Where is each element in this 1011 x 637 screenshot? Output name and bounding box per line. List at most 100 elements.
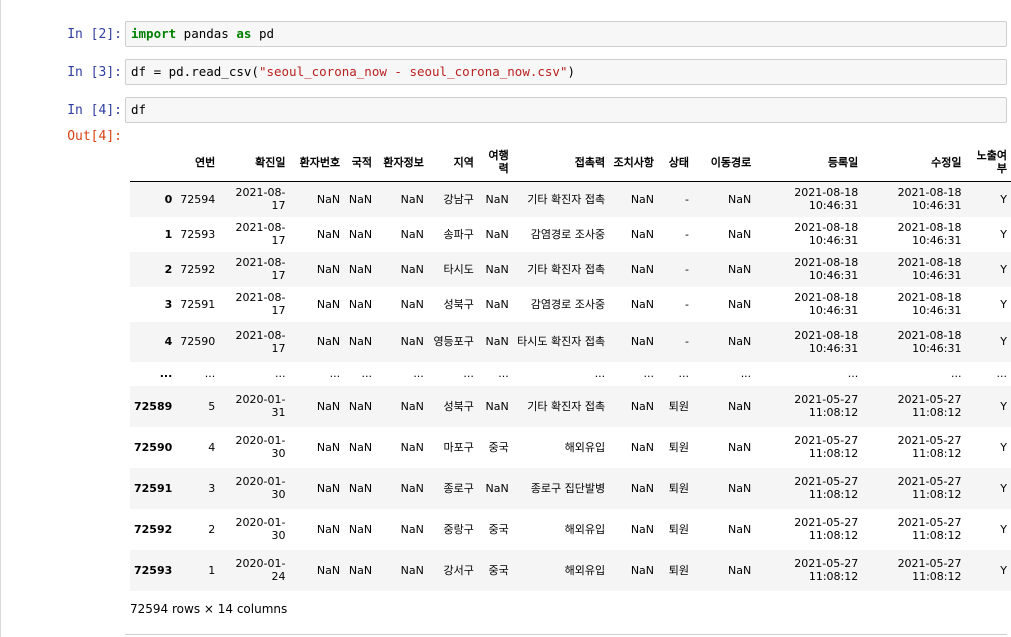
table-cell: 중랑구 (443, 522, 474, 536)
table-cell: NaN (630, 297, 655, 311)
table-cell: 퇴원 (668, 563, 690, 577)
table-cell: Y (1000, 297, 1007, 311)
table-cell: ... (996, 367, 1008, 380)
table-cell: 성북구 (443, 297, 474, 311)
row-index: 72590 (134, 440, 173, 454)
column-header: 조치사항 (609, 143, 659, 182)
table-cell: - (685, 297, 690, 311)
table-cell: NaN (348, 192, 373, 206)
table-cell: NaN (727, 563, 752, 577)
table-cell: 성북구 (443, 399, 474, 413)
output-prompt: Out[4]: (67, 129, 122, 144)
table-cell: 기타 확진자 접촉 (527, 262, 606, 276)
table-cell: NaN (400, 297, 424, 311)
code-token: df = pd.read_csv( (131, 64, 259, 79)
input-prompt: In [4]: (67, 103, 122, 118)
notebook-left-border (0, 0, 1, 637)
code-input[interactable]: df (125, 97, 1007, 123)
table-cell: 2021-08-17 (235, 256, 286, 282)
row-index: 72593 (134, 563, 173, 577)
column-header: 환자번호 (289, 143, 345, 182)
table-cell: 중국 (488, 563, 509, 577)
column-header: 지역 (427, 143, 478, 182)
table-cell: 송파구 (443, 227, 474, 241)
table-cell: NaN (316, 262, 341, 276)
table-cell: 퇴원 (668, 440, 690, 454)
table-cell: - (685, 192, 690, 206)
table-cell: NaN (400, 192, 424, 206)
table-cell: 2021-08-18 10:46:31 (897, 291, 962, 317)
table-cell: 2 (208, 522, 216, 536)
table-cell: 2021-08-18 10:46:31 (794, 328, 859, 355)
table-cell: NaN (630, 440, 655, 454)
table-cell: 강서구 (443, 563, 474, 577)
table-cell: 중국 (488, 522, 509, 536)
row-index: 3 (164, 297, 173, 311)
table-cell: NaN (727, 227, 752, 241)
column-header: 수정일 (862, 143, 966, 182)
table-cell: 2021-05-27 11:08:12 (794, 393, 859, 419)
table-cell: 타시도 (443, 262, 474, 276)
table-cell: 5 (208, 399, 216, 413)
table-cell: ... (951, 367, 962, 380)
table-cell: NaN (400, 399, 424, 413)
column-header: 노출여부 (965, 143, 1011, 182)
code-string: "seoul_corona_now - seoul_corona_now.csv… (258, 64, 568, 79)
column-header: 국적 (344, 143, 377, 182)
table-cell: 감염경로 조사중 (530, 297, 606, 311)
table-cell: NaN (316, 192, 341, 206)
code-input[interactable]: import pandas as pd (125, 21, 1007, 47)
table-cell: ... (463, 367, 474, 380)
table-row: ........................................… (130, 361, 1011, 386)
table-cell: 2021-05-27 11:08:12 (897, 516, 962, 542)
table-cell: 타시도 확진자 접촉 (517, 335, 606, 348)
dataframe-table: 연번 확진일 환자번호 국적 환자정보 지역 여행력 접촉력 조치사항 상태 이동경로 등록일 수정일 노… (130, 143, 1011, 591)
code-input[interactable]: df = pd.read_csv("seoul_corona_now - seo… (125, 59, 1007, 85)
table-cell: 기타 확진자 접촉 (527, 192, 606, 206)
table-cell: Y (1000, 563, 1007, 577)
table-cell: 2021-05-27 11:08:12 (897, 475, 962, 501)
table-cell: NaN (485, 399, 509, 413)
code-token: ) (567, 64, 576, 79)
table-cell: 2021-08-18 10:46:31 (794, 291, 859, 317)
code-token: pandas (176, 26, 237, 41)
table-row: 2 72592 2021-08-17 NaN NaN NaN 타시도 NaN 기타 확진자 접촉… (130, 251, 1011, 287)
table-cell: 해외유입 (564, 563, 606, 577)
table-cell: NaN (400, 522, 424, 536)
table-cell: Y (1000, 440, 1007, 454)
table-header-row: 연번 확진일 환자번호 국적 환자정보 지역 여행력 접촉력 조치사항 상태 이동경로 등록일 수정일 노… (130, 143, 1011, 182)
table-row: 3 72591 2021-08-17 NaN NaN NaN 성북구 NaN 감염경로 조사중 N… (130, 287, 1011, 322)
table-cell: 72594 (180, 192, 216, 206)
table-cell: NaN (630, 563, 655, 577)
table-cell: 72591 (180, 297, 216, 311)
table-row: 72593 1 2020-01-24 NaN NaN NaN 강서구 중국 해외유입 NaN 퇴원 N… (130, 549, 1011, 591)
table-cell: 2021-08-17 (235, 291, 286, 317)
table-cell: 2021-08-17 (235, 328, 286, 355)
table-cell: NaN (727, 192, 752, 206)
table-cell: NaN (727, 481, 752, 495)
table-cell: 2021-05-27 11:08:12 (794, 557, 859, 583)
column-header: 연번 (176, 143, 220, 182)
table-cell: NaN (400, 227, 424, 241)
table-cell: NaN (348, 522, 373, 536)
table-cell: Y (1000, 522, 1007, 536)
table-cell: NaN (348, 563, 373, 577)
table-cell: 2020-01-30 (235, 434, 286, 460)
table-cell: 3 (208, 481, 216, 495)
column-header: 확진일 (219, 143, 290, 182)
table-cell: 2021-05-27 11:08:12 (794, 475, 859, 501)
table-cell: NaN (316, 522, 341, 536)
table-cell: 2020-01-30 (235, 475, 286, 501)
row-index: 2 (164, 262, 173, 276)
table-cell: NaN (348, 262, 373, 276)
next-cell-border (125, 634, 1007, 635)
table-cell: 2020-01-30 (235, 516, 286, 542)
table-cell: NaN (630, 192, 655, 206)
table-cell: NaN (485, 262, 509, 276)
table-cell: NaN (316, 481, 341, 495)
table-cell: NaN (316, 297, 341, 311)
table-cell: NaN (348, 297, 373, 311)
table-cell: 2020-01-31 (235, 393, 286, 419)
table-cell: - (685, 262, 690, 276)
table-cell: 2021-08-17 (235, 221, 286, 247)
